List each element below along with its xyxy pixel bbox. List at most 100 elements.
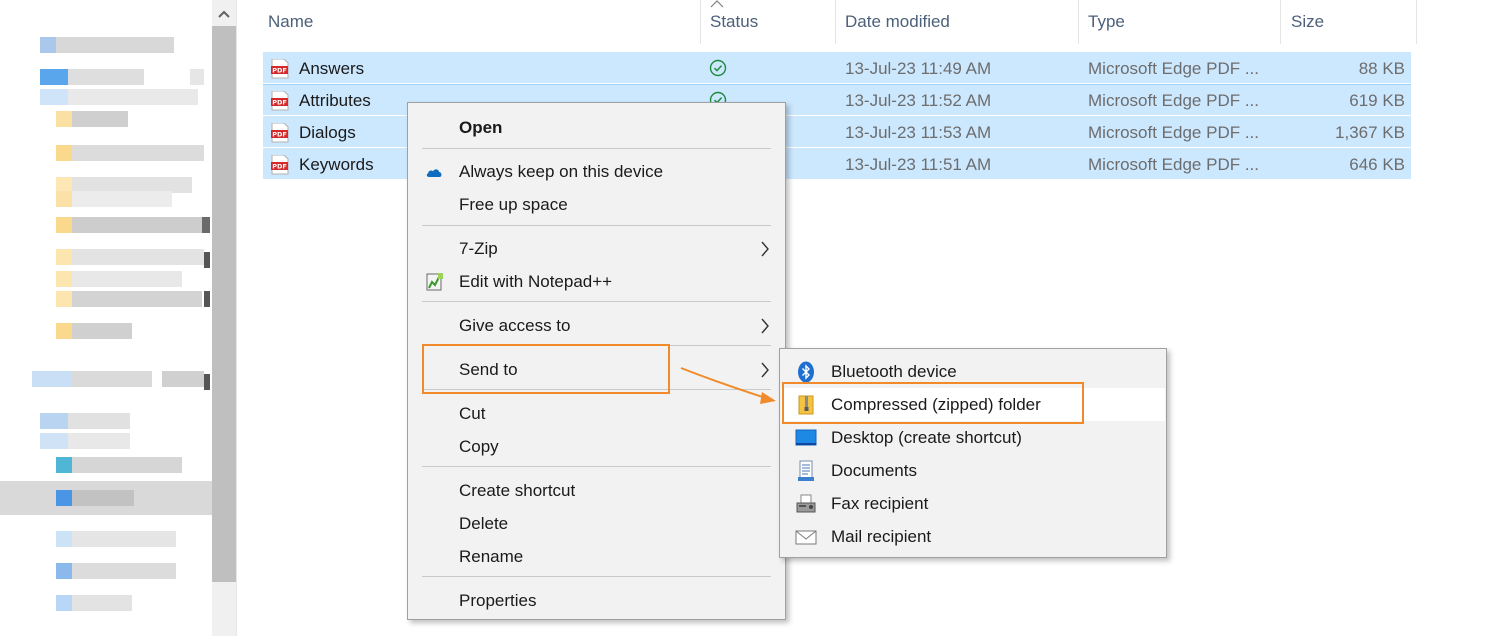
menu-item-label: Create shortcut: [459, 481, 576, 500]
chevron-right-icon: [761, 241, 769, 257]
chevron-right-icon: [761, 362, 769, 378]
documents-icon: [798, 460, 814, 481]
submenu-item-fax-recipient[interactable]: Fax recipient: [781, 487, 1165, 520]
menu-separator: [422, 225, 771, 226]
file-date: 13-Jul-23 11:49 AM: [845, 59, 992, 78]
menu-item-label: Delete: [459, 514, 509, 533]
pane-divider: [236, 0, 237, 636]
menu-item-properties[interactable]: Properties: [409, 584, 784, 617]
nav-item[interactable]: [0, 526, 212, 552]
menu-item-rename[interactable]: Rename: [409, 540, 784, 573]
nav-item[interactable]: [0, 32, 212, 58]
column-type[interactable]: Type: [1080, 0, 1280, 44]
nav-item[interactable]: [0, 590, 212, 616]
svg-text:PDF: PDF: [272, 99, 287, 107]
nav-item[interactable]: [0, 558, 212, 584]
menu-item-label: Rename: [459, 547, 524, 566]
svg-text:PDF: PDF: [272, 131, 287, 139]
menu-item-copy[interactable]: Copy: [409, 430, 784, 463]
menu-item-edit-notepadpp[interactable]: Edit with Notepad++: [409, 265, 784, 298]
submenu-item-mail-recipient[interactable]: Mail recipient: [781, 520, 1165, 553]
notepadpp-icon: [426, 273, 443, 291]
menu-item-create-shortcut[interactable]: Create shortcut: [409, 474, 784, 507]
submenu-item-label: Fax recipient: [831, 494, 929, 513]
menu-item-label: Always keep on this device: [459, 162, 664, 181]
file-date: 13-Jul-23 11:52 AM: [845, 91, 992, 110]
menu-item-label: Copy: [459, 437, 499, 456]
menu-item-label: Free up space: [459, 195, 568, 214]
menu-item-open[interactable]: Open: [409, 111, 784, 144]
nav-item[interactable]: [0, 318, 212, 344]
compressed-folder-highlight-box: [782, 382, 1084, 424]
nav-item[interactable]: [0, 366, 212, 392]
submenu-item-label: Documents: [831, 461, 917, 480]
column-date-modified[interactable]: Date modified: [837, 0, 1078, 44]
menu-item-delete[interactable]: Delete: [409, 507, 784, 540]
column-name[interactable]: Name: [260, 0, 700, 44]
chevron-right-icon: [761, 318, 769, 334]
svg-text:PDF: PDF: [272, 67, 287, 75]
submenu-item-label: Mail recipient: [831, 527, 932, 546]
file-type: Microsoft Edge PDF ...: [1088, 123, 1259, 142]
pdf-file-icon: PDF: [271, 59, 289, 79]
column-separator[interactable]: [700, 0, 701, 44]
pdf-file-icon: PDF: [271, 155, 289, 175]
file-type: Microsoft Edge PDF ...: [1088, 155, 1259, 174]
menu-item-7zip[interactable]: 7-Zip: [409, 232, 784, 265]
desktop-icon: [795, 429, 817, 446]
nav-item[interactable]: [0, 286, 212, 312]
pdf-file-icon: PDF: [271, 123, 289, 143]
menu-item-label: Cut: [459, 404, 486, 423]
scrollbar-thumb[interactable]: [212, 26, 236, 582]
onedrive-cloud-icon: [426, 169, 442, 177]
nav-item[interactable]: [0, 452, 212, 478]
file-size: 88 KB: [1358, 59, 1405, 78]
file-name: Answers: [299, 59, 365, 78]
nav-item[interactable]: [0, 106, 212, 132]
menu-item-always-keep[interactable]: Always keep on this device: [409, 155, 784, 188]
column-separator[interactable]: [1416, 0, 1417, 44]
menu-item-give-access[interactable]: Give access to: [409, 309, 784, 342]
file-name: Attributes: [299, 91, 371, 110]
file-size: 646 KB: [1349, 155, 1405, 174]
nav-scrollbar[interactable]: [212, 0, 236, 636]
file-name: Keywords: [299, 155, 374, 174]
column-separator[interactable]: [1280, 0, 1281, 44]
menu-separator: [422, 148, 771, 149]
pdf-file-icon: PDF: [271, 91, 289, 111]
column-status[interactable]: Status: [702, 0, 835, 44]
file-row[interactable]: PDF Answers 13-Jul-23 11:49 AM Microsoft…: [263, 52, 1411, 83]
submenu-item-label: Desktop (create shortcut): [831, 428, 1022, 447]
submenu-item-label: Bluetooth device: [831, 362, 957, 381]
file-date: 13-Jul-23 11:51 AM: [845, 155, 992, 174]
nav-item[interactable]: [0, 428, 212, 454]
navigation-pane[interactable]: [0, 0, 212, 636]
synced-check-icon: [709, 59, 727, 77]
menu-item-label: Properties: [459, 591, 537, 610]
nav-item[interactable]: [0, 212, 212, 238]
submenu-item-documents[interactable]: Documents: [781, 454, 1165, 487]
column-separator[interactable]: [835, 0, 836, 44]
file-type: Microsoft Edge PDF ...: [1088, 59, 1259, 78]
menu-separator: [422, 466, 771, 467]
file-name: Dialogs: [299, 123, 356, 142]
bluetooth-icon: [798, 361, 814, 383]
menu-item-cut[interactable]: Cut: [409, 397, 784, 430]
submenu-item-desktop-shortcut[interactable]: Desktop (create shortcut): [781, 421, 1165, 454]
file-size: 619 KB: [1349, 91, 1405, 110]
nav-item[interactable]: [0, 186, 212, 212]
send-to-highlight-box: [422, 344, 670, 394]
mail-icon: [795, 530, 817, 545]
menu-item-label: Open: [459, 118, 503, 137]
nav-item[interactable]: [0, 140, 212, 166]
menu-item-free-up-space[interactable]: Free up space: [409, 188, 784, 221]
scroll-up-icon[interactable]: [216, 8, 232, 20]
column-size[interactable]: Size: [1283, 0, 1416, 44]
file-type: Microsoft Edge PDF ...: [1088, 91, 1259, 110]
nav-item-selected[interactable]: [0, 481, 212, 515]
file-date: 13-Jul-23 11:53 AM: [845, 123, 992, 142]
menu-item-label: Give access to: [459, 316, 571, 335]
menu-separator: [422, 576, 771, 577]
column-separator[interactable]: [1078, 0, 1079, 44]
menu-item-label: 7-Zip: [459, 239, 498, 258]
